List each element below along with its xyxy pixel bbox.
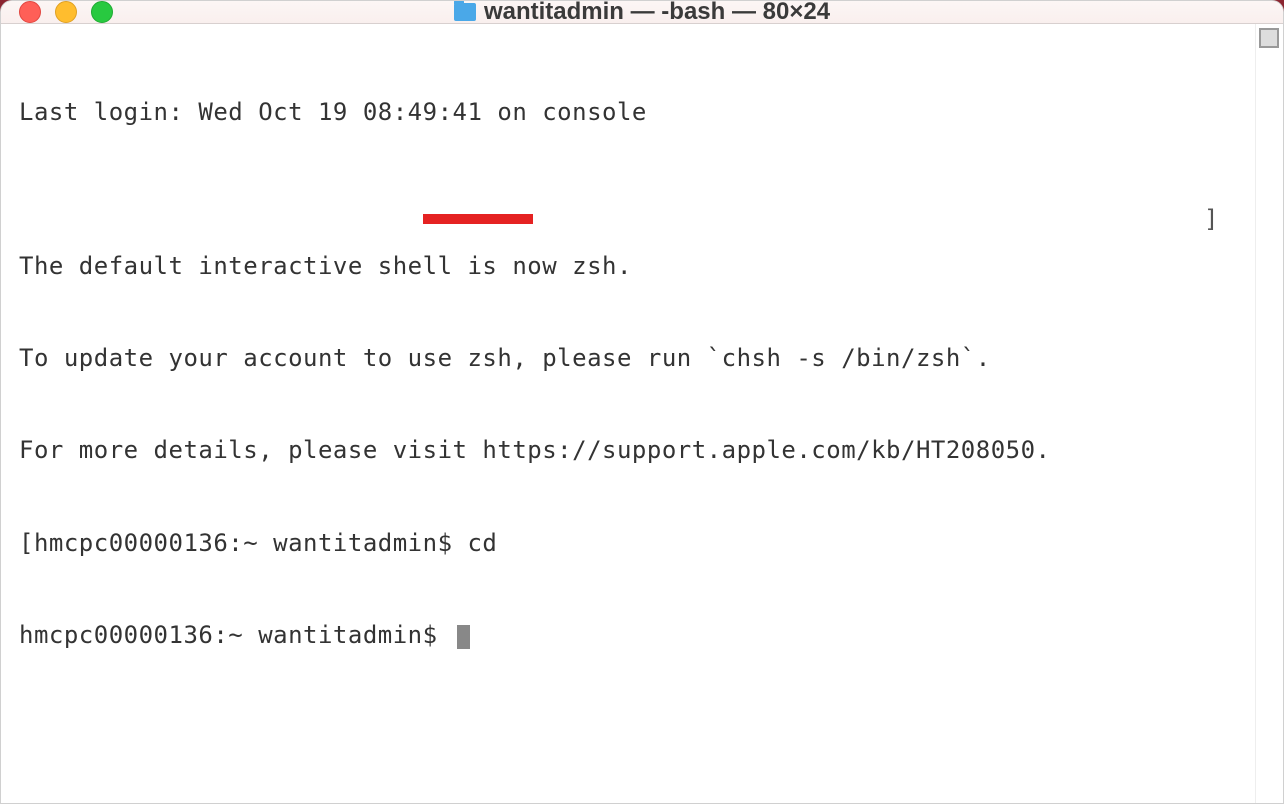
prompt-prefix: [hmcpc00000136:~ wantitadmin$ xyxy=(19,529,467,557)
command-cd: cd xyxy=(467,529,497,557)
maximize-icon[interactable] xyxy=(91,1,113,23)
terminal-line: Last login: Wed Oct 19 08:49:41 on conso… xyxy=(19,97,1237,128)
content-wrapper: Last login: Wed Oct 19 08:49:41 on conso… xyxy=(1,24,1283,804)
terminal-line: The default interactive shell is now zsh… xyxy=(19,251,1237,282)
terminal-body[interactable]: Last login: Wed Oct 19 08:49:41 on conso… xyxy=(1,24,1255,804)
prompt-line-2: hmcpc00000136:~ wantitadmin$ xyxy=(19,620,1237,651)
traffic-lights xyxy=(19,1,113,23)
folder-icon xyxy=(454,3,476,21)
prompt-prefix-2: hmcpc00000136:~ wantitadmin$ xyxy=(19,621,453,649)
annotation-underline xyxy=(423,214,533,224)
terminal-line: For more details, please visit https://s… xyxy=(19,435,1237,466)
close-icon[interactable] xyxy=(19,1,41,23)
scroll-position-icon xyxy=(1259,28,1279,48)
titlebar[interactable]: wantitadmin — -bash — 80×24 xyxy=(1,1,1283,24)
closing-bracket: ] xyxy=(1204,204,1219,235)
title-container: wantitadmin — -bash — 80×24 xyxy=(1,0,1283,26)
prompt-line-1: [hmcpc00000136:~ wantitadmin$ cd xyxy=(19,528,1237,559)
cursor-icon xyxy=(457,625,470,649)
minimize-icon[interactable] xyxy=(55,1,77,23)
scrollbar[interactable] xyxy=(1255,24,1283,804)
window-title: wantitadmin — -bash — 80×24 xyxy=(484,0,830,26)
terminal-line: To update your account to use zsh, pleas… xyxy=(19,343,1237,374)
terminal-window: wantitadmin — -bash — 80×24 Last login: … xyxy=(0,0,1284,804)
